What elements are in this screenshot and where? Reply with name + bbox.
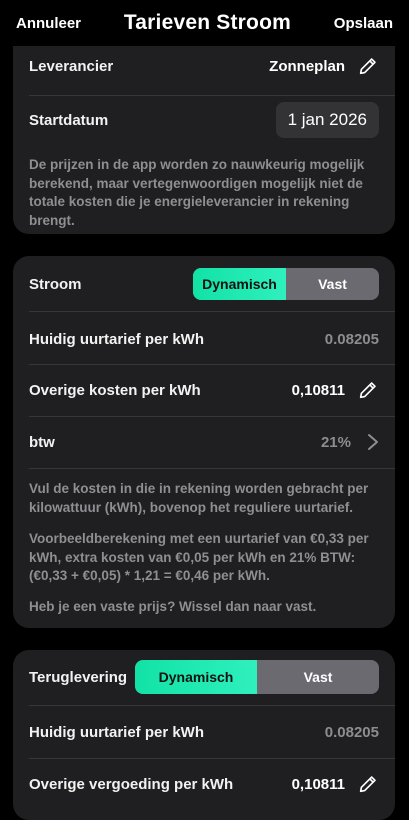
other-costs-row[interactable]: Overige kosten per kWh 0,10811	[13, 365, 395, 415]
start-date-row[interactable]: Startdatum 1 jan 2026	[13, 98, 395, 142]
cancel-button[interactable]: Annuleer	[16, 15, 81, 32]
other-compensation-label: Overige vergoeding per kWh	[29, 775, 234, 793]
stroom-header-row: Stroom Dynamisch Vast	[13, 268, 395, 300]
chevron-right-icon	[368, 434, 378, 450]
current-rate-label: Huidig uurtarief per kWh	[29, 330, 205, 348]
top-bar: Annuleer Tarieven Stroom Opslaan	[0, 0, 409, 46]
other-costs-value: 0,10811	[291, 381, 345, 399]
stroom-note-fixed: Heb je een vaste prijs? Wissel dan naar …	[29, 599, 317, 614]
teruglevering-header-row: Teruglevering Dynamisch Vast	[13, 660, 395, 694]
vat-value: 21%	[320, 433, 351, 451]
stroom-title: Stroom	[29, 275, 82, 293]
stroom-type-toggle[interactable]: Dynamisch Vast	[193, 268, 379, 300]
general-card: Leverancier Zonneplan Startdatum 1 jan 2…	[13, 22, 395, 234]
segment-fixed[interactable]: Vast	[286, 268, 379, 300]
stroom-card: Stroom Dynamisch Vast Huidig uurtarief p…	[13, 256, 395, 628]
current-rate-value: 0.08205	[324, 330, 379, 348]
divider	[29, 95, 395, 96]
supplier-value: Zonneplan	[269, 57, 345, 75]
return-rate-row: Huidig uurtarief per kWh 0.08205	[13, 707, 395, 757]
teruglevering-type-toggle[interactable]: Dynamisch Vast	[135, 660, 379, 694]
current-rate-row: Huidig uurtarief per kWh 0.08205	[13, 314, 395, 364]
segment-dynamic[interactable]: Dynamisch	[135, 660, 257, 694]
supplier-label: Leverancier	[29, 57, 114, 75]
other-compensation-value: 0,10811	[291, 775, 345, 793]
vat-row[interactable]: btw 21%	[13, 417, 395, 467]
segment-dynamic[interactable]: Dynamisch	[193, 268, 286, 300]
segment-fixed[interactable]: Vast	[257, 660, 379, 694]
divider	[29, 705, 395, 706]
pencil-icon[interactable]	[357, 379, 379, 401]
pencil-icon[interactable]	[357, 55, 379, 77]
supplier-row[interactable]: Leverancier Zonneplan	[13, 44, 395, 88]
teruglevering-card: Teruglevering Dynamisch Vast Huidig uurt…	[13, 650, 395, 820]
pencil-icon[interactable]	[357, 773, 379, 795]
teruglevering-title: Teruglevering	[29, 668, 128, 686]
start-date-label: Startdatum	[29, 111, 109, 129]
divider	[29, 468, 395, 469]
disclaimer-text: De prijzen in de app worden zo nauwkeuri…	[29, 157, 365, 228]
other-compensation-row[interactable]: Overige vergoeding per kWh 0,10811	[13, 759, 395, 809]
page-title: Tarieven Stroom	[123, 11, 291, 34]
stroom-note-costs: Vul de kosten in die in rekening worden …	[29, 481, 369, 515]
stroom-note-example: Voorbeeldberekening met een uurtarief va…	[29, 531, 369, 583]
save-button[interactable]: Opslaan	[334, 15, 393, 32]
vat-label: btw	[29, 433, 55, 451]
start-date-picker[interactable]: 1 jan 2026	[275, 102, 379, 138]
return-rate-value: 0.08205	[324, 723, 379, 741]
other-costs-label: Overige kosten per kWh	[29, 381, 201, 399]
return-rate-label: Huidig uurtarief per kWh	[29, 723, 205, 741]
divider	[29, 311, 395, 312]
